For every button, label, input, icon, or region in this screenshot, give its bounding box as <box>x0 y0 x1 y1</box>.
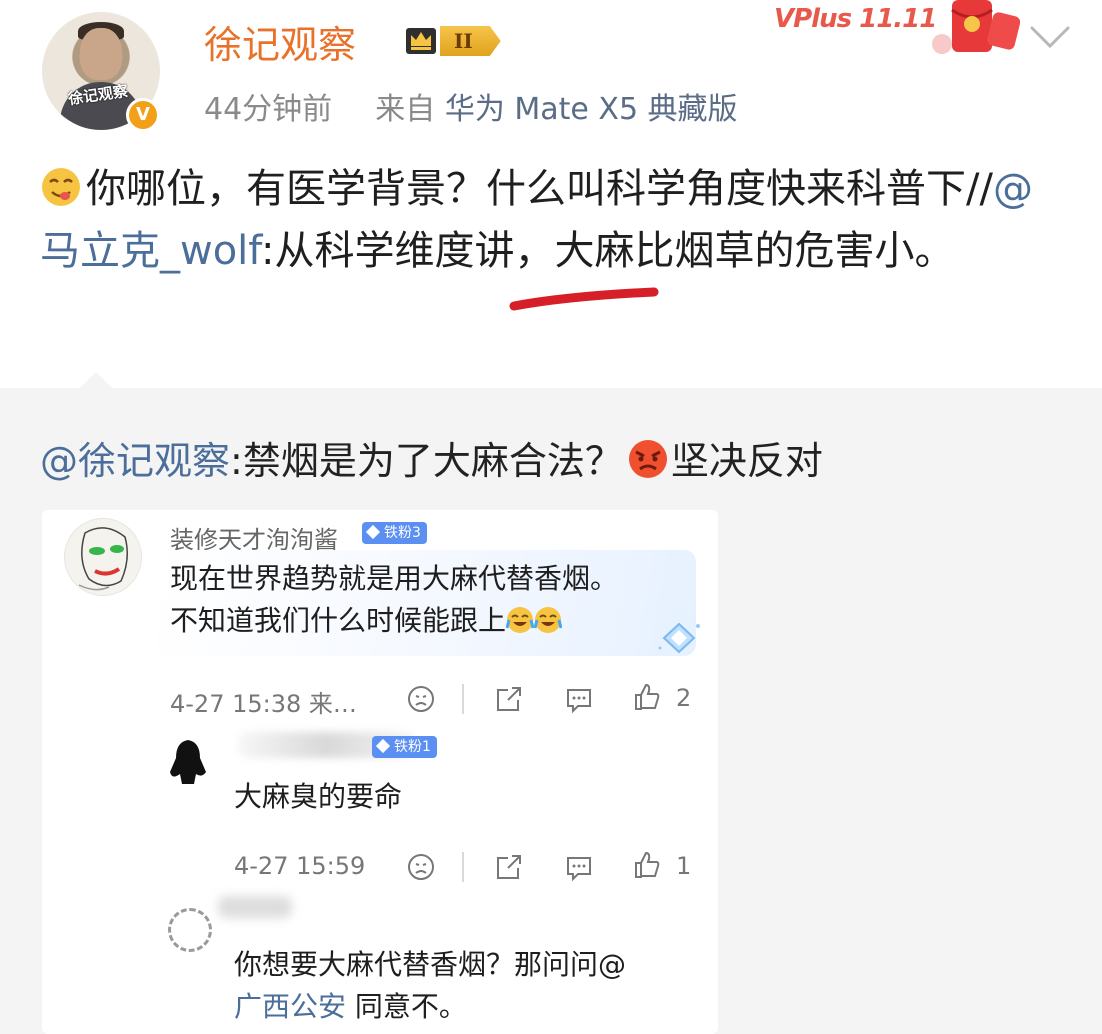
original-post: 徐记观察 V 徐记观察 II 44分钟前 来自 华为 Mate X5 典藏版 V… <box>0 0 1102 388</box>
like-thumb-icon[interactable] <box>632 682 662 712</box>
reply-text: 大麻臭的要命 <box>234 780 403 813</box>
dislike-face-icon[interactable] <box>406 852 436 882</box>
device-label[interactable]: 华为 Mate X5 典藏版 <box>445 92 738 127</box>
crown-icon <box>406 28 436 54</box>
laugh-cry-emoji-icon <box>506 607 535 633</box>
dislike-face-icon[interactable] <box>406 684 436 714</box>
commenter-avatar[interactable] <box>168 908 212 952</box>
divider <box>462 852 464 882</box>
repost-text-1: :禁烟是为了大麻合法？ <box>230 439 623 483</box>
verified-icon: V <box>126 98 160 132</box>
comments-card: 装修天才洵洵酱 铁粉3 现在世界趋势就是用大麻代替香烟。 不知道我们什么时候能跟… <box>42 510 718 1034</box>
reply-text-line2: 广西公安 同意不。 <box>234 986 467 1028</box>
commenter-avatar[interactable] <box>166 738 210 786</box>
diamond-icon <box>658 622 700 654</box>
post-meta: 44分钟前 来自 华为 Mate X5 典藏版 <box>204 84 738 128</box>
repost-area: @徐记观察:禁烟是为了大麻合法？ 坚决反对 装修天才洵洵酱 铁粉3 现在世界趋势… <box>0 372 1102 1034</box>
comment-text-line1: 现在世界趋势就是用大麻代替香烟。 <box>170 562 619 595</box>
comment-time: 4-27 15:38 来… <box>170 690 357 718</box>
reply-text-line1: 你想要大麻代替香烟？那问问@ <box>234 948 627 981</box>
share-icon[interactable] <box>494 684 524 714</box>
angry-emoji-icon <box>628 440 667 478</box>
chevron-down-icon[interactable] <box>1026 22 1074 52</box>
comment-text-line2: 不知道我们什么时候能跟上 <box>170 600 563 642</box>
reply-text-line2-rest: 同意不。 <box>346 990 467 1023</box>
police-mention-link[interactable]: 广西公安 <box>234 990 346 1023</box>
share-icon[interactable] <box>494 852 524 882</box>
comment-icon[interactable] <box>564 684 594 714</box>
sketch-face-icon <box>78 527 128 591</box>
blurred-username <box>218 896 292 918</box>
post-body: 你哪位，有医学背景？什么叫科学角度快来科普下//@马立克_wolf:从科学维度讲… <box>40 158 1050 282</box>
repost-text: @徐记观察:禁烟是为了大麻合法？ 坚决反对 <box>40 430 823 485</box>
repost-mention[interactable]: @徐记观察 <box>40 439 230 483</box>
reply-time: 4-27 15:59 <box>234 852 366 880</box>
vplus-banner[interactable]: VPlus 11.11 <box>774 4 937 34</box>
level-badge[interactable]: II <box>440 26 501 56</box>
like-count: 2 <box>676 684 692 712</box>
repost-text-2: 坚决反对 <box>670 439 823 483</box>
like-count: 1 <box>676 852 692 880</box>
yum-emoji-icon <box>42 168 80 206</box>
fan-badge[interactable]: 铁粉1 <box>372 736 437 758</box>
source-prefix: 来自 <box>375 92 436 127</box>
comment-text-line2-text: 不知道我们什么时候能跟上 <box>170 604 507 637</box>
post-text-part1: 你哪位，有医学背景？什么叫科学角度快来科普下// <box>86 166 993 212</box>
repost-pointer <box>78 372 114 390</box>
divider <box>462 684 464 714</box>
post-time: 44分钟前 <box>204 92 333 127</box>
fan-badge[interactable]: 铁粉3 <box>362 522 427 544</box>
commenter-avatar[interactable] <box>64 518 142 596</box>
laugh-cry-emoji-icon <box>534 607 563 633</box>
red-underline-annotation <box>509 287 659 311</box>
like-thumb-icon[interactable] <box>632 850 662 880</box>
red-packet-icon[interactable] <box>924 0 1020 60</box>
post-text-part2: :从科学维度讲，大麻比烟草的危害小。 <box>260 228 955 274</box>
author-name[interactable]: 徐记观察 <box>204 14 356 69</box>
comment-icon[interactable] <box>564 852 594 882</box>
